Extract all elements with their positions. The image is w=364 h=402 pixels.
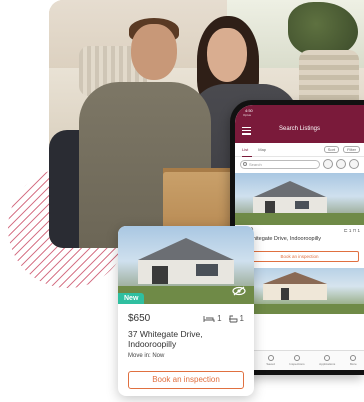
bed-icon: ⊏ [343, 228, 348, 233]
nav-more[interactable]: More [350, 355, 357, 366]
document-icon [324, 355, 331, 361]
bed-icon [203, 315, 215, 322]
nav-label-saved: Saved [266, 362, 275, 366]
tab-list[interactable]: List [242, 147, 248, 152]
nav-applications[interactable]: Applications [319, 355, 335, 366]
phone-baths: 1 [357, 228, 360, 233]
status-carrier: Optus [243, 113, 252, 117]
nav-label-applications: Applications [319, 362, 336, 366]
nav-label-more: More [349, 362, 357, 366]
search-icon [243, 162, 247, 166]
listing-address: 37 Whitegate Drive, Indooroopilly [128, 329, 203, 349]
baths-count: 1 [239, 314, 244, 323]
phone-beds: 1 [348, 228, 352, 233]
listing-photo[interactable] [235, 173, 364, 225]
more-icon [350, 355, 357, 361]
bath-icon [228, 315, 237, 323]
view-tabs: List Map Sort Filter [235, 143, 364, 157]
search-placeholder: Search [249, 161, 262, 167]
filter-button[interactable]: Filter [343, 146, 360, 153]
heart-icon [267, 355, 274, 361]
phone-screen: 4:50 Optus Search Listings List Map Sort… [235, 105, 364, 370]
phone-listing-price: $650 [240, 228, 359, 234]
phone-listing-address: 37 Whitegate Drive, Indooroopilly [240, 236, 322, 242]
filter-icon[interactable] [349, 159, 359, 169]
listing-card-photo[interactable]: New [118, 226, 254, 304]
listing-features: 1 1 [203, 314, 244, 323]
listing-card[interactable]: New $650 1 1 37 Whitegate Drive, Indooro… [118, 226, 254, 396]
new-badge: New [118, 293, 145, 304]
notify-button[interactable] [336, 159, 346, 169]
beds-feature: 1 [203, 314, 222, 323]
listing-card-body: $650 1 1 37 Whitegate Drive, Indooroopil… [118, 304, 254, 396]
baths-feature: 1 [228, 314, 244, 323]
bottom-nav: Search Saved Inspections Applications Mo… [235, 350, 364, 370]
nav-saved[interactable]: Saved [266, 355, 275, 366]
phone-listing-details: $650 ⊏ 1 ⊓ 1 37 Whitegate Drive, Indooro… [235, 225, 364, 245]
sort-button[interactable]: Sort [323, 146, 340, 153]
bath-icon: ⊓ [352, 228, 357, 233]
app-header: 4:50 Optus Search Listings [235, 105, 364, 143]
saved-search-button[interactable] [323, 159, 333, 169]
phone-listing-features: ⊏ 1 ⊓ 1 [344, 228, 360, 234]
search-input[interactable]: Search [240, 159, 320, 169]
sort-filter-group: Sort Filter [323, 146, 364, 153]
nav-inspections[interactable]: Inspections [289, 355, 305, 366]
nav-label-inspections: Inspections [289, 362, 305, 366]
book-inspection-button[interactable]: Book an inspection [128, 371, 244, 389]
listing-photo-2[interactable] [235, 268, 364, 314]
calendar-icon [293, 355, 300, 361]
eye-slash-icon[interactable] [232, 286, 246, 296]
beds-count: 1 [217, 314, 222, 323]
app-title: Search Listings [278, 126, 321, 132]
phone-book-inspection-button[interactable]: Book an inspection [240, 251, 359, 262]
tab-map[interactable]: Map [258, 147, 266, 152]
search-row: Search [235, 157, 364, 171]
move-in-date: Move in: Now [128, 353, 165, 359]
